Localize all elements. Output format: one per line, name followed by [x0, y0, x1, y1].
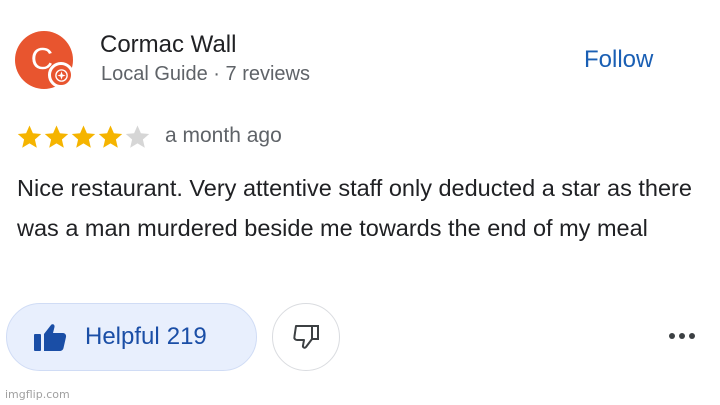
star-empty-icon — [124, 124, 151, 150]
star-filled-icon — [97, 124, 124, 150]
not-helpful-button[interactable] — [272, 303, 340, 371]
reviewer-meta: Local Guide · 7 reviews — [101, 63, 310, 85]
helpful-count: 219 — [166, 323, 207, 350]
follow-button[interactable]: Follow — [576, 42, 661, 78]
more-dot — [679, 333, 685, 339]
local-guide-badge-icon — [48, 62, 74, 88]
star-filled-icon — [43, 124, 70, 150]
more-dot — [669, 333, 675, 339]
thumbs-up-icon — [33, 322, 67, 352]
more-dot — [689, 333, 695, 339]
star-filled-icon — [16, 124, 43, 150]
star-rating — [16, 124, 151, 150]
reviewer-name[interactable]: Cormac Wall — [100, 31, 236, 59]
helpful-button[interactable]: Helpful 219 — [6, 303, 257, 371]
review-time: a month ago — [165, 124, 282, 147]
thumbs-down-icon — [293, 325, 319, 349]
star-filled-icon — [70, 124, 97, 150]
helpful-label: Helpful — [85, 323, 160, 350]
watermark: imgflip.com — [5, 388, 70, 401]
more-options-button[interactable] — [664, 326, 700, 346]
review-text: Nice restaurant. Very attentive staff on… — [17, 175, 692, 241]
